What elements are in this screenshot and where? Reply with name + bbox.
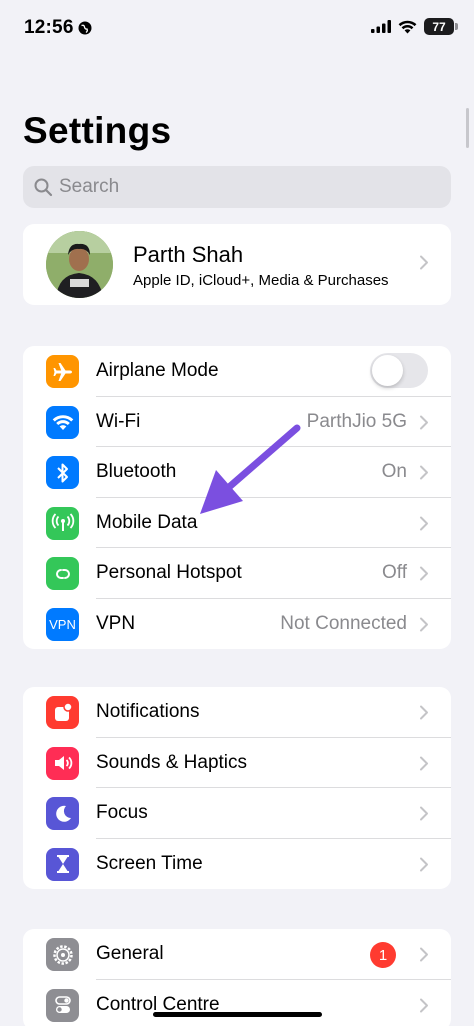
chevron-right-icon	[420, 465, 428, 480]
search-input[interactable]	[59, 176, 439, 198]
general-row[interactable]: General 1	[23, 929, 451, 980]
hourglass-icon	[46, 847, 79, 881]
notifications-label: Notifications	[96, 701, 200, 723]
chevron-right-icon	[420, 857, 428, 871]
toggles-icon	[46, 988, 79, 1022]
chevron-right-icon	[420, 255, 428, 270]
chevron-right-icon	[420, 617, 428, 631]
airplane-mode-label: Airplane Mode	[96, 360, 219, 382]
wifi-icon	[46, 405, 79, 439]
globe-icon	[78, 21, 92, 35]
sounds-haptics-label: Sounds & Haptics	[96, 751, 248, 773]
cellular-signal-icon	[371, 20, 391, 33]
mobile-data-label: Mobile Data	[96, 511, 198, 533]
moon-icon	[46, 797, 79, 830]
battery-indicator: 77	[424, 18, 458, 35]
chevron-right-icon	[420, 998, 428, 1012]
page-title: Settings	[23, 110, 172, 151]
avatar	[46, 231, 113, 298]
general-update-badge: 1	[370, 942, 396, 968]
personal-hotspot-value: Off	[382, 562, 407, 584]
vpn-icon: VPN	[46, 607, 79, 641]
antenna-icon	[46, 506, 79, 540]
chevron-right-icon	[420, 705, 428, 720]
general-label: General	[96, 943, 164, 965]
profile-subtitle: Apple ID, iCloud+, Media & Purchases	[133, 272, 389, 289]
search-bar[interactable]	[23, 166, 451, 208]
personal-hotspot-row[interactable]: Personal Hotspot Off	[23, 548, 451, 599]
scroll-indicator	[466, 108, 469, 148]
airplane-icon	[46, 355, 79, 388]
bluetooth-label: Bluetooth	[96, 461, 177, 483]
connectivity-group: Airplane Mode Wi-Fi ParthJio 5G Bluetoot…	[23, 346, 451, 649]
chevron-right-icon	[420, 756, 428, 770]
screen-time-row[interactable]: Screen Time	[23, 839, 451, 890]
vpn-label: VPN	[96, 612, 136, 634]
profile-name: Parth Shah	[133, 242, 244, 267]
wifi-value: ParthJio 5G	[306, 410, 407, 432]
apple-id-profile-card[interactable]: Parth Shah Apple ID, iCloud+, Media & Pu…	[23, 224, 451, 305]
notifications-row[interactable]: Notifications	[23, 687, 451, 738]
chevron-right-icon	[420, 516, 428, 530]
hotspot-icon	[46, 557, 79, 590]
airplane-mode-toggle[interactable]	[370, 353, 428, 388]
vpn-row[interactable]: VPN VPN Not Connected	[23, 599, 451, 650]
chevron-right-icon	[420, 415, 428, 429]
wifi-row[interactable]: Wi-Fi ParthJio 5G	[23, 397, 451, 447]
search-icon	[34, 178, 53, 197]
vpn-value: Not Connected	[280, 612, 407, 634]
bluetooth-icon	[46, 456, 79, 489]
wifi-status-icon	[398, 20, 417, 33]
sounds-haptics-row[interactable]: Sounds & Haptics	[23, 738, 451, 788]
notification-bell-icon	[46, 696, 79, 729]
notifications-group: Notifications Sounds & Haptics Focus Scr…	[23, 687, 451, 889]
status-bar: 12:56 77	[0, 0, 474, 56]
home-indicator[interactable]	[153, 1012, 322, 1017]
bluetooth-row[interactable]: Bluetooth On	[23, 447, 451, 498]
mobile-data-row[interactable]: Mobile Data	[23, 498, 451, 548]
airplane-mode-row[interactable]: Airplane Mode	[23, 346, 451, 397]
chevron-right-icon	[420, 806, 428, 821]
personal-hotspot-label: Personal Hotspot	[96, 562, 242, 584]
focus-row[interactable]: Focus	[23, 788, 451, 839]
focus-label: Focus	[96, 802, 148, 824]
status-time: 12:56	[24, 17, 74, 38]
bluetooth-value: On	[381, 461, 407, 483]
status-right-group: 77	[371, 18, 458, 35]
speaker-icon	[46, 746, 79, 780]
gear-icon	[46, 938, 79, 971]
control-centre-row[interactable]: Control Centre	[23, 980, 451, 1026]
chevron-right-icon	[420, 947, 428, 962]
screen-time-label: Screen Time	[96, 852, 203, 874]
settings-screen: 12:56 77 Settings Search Parth Shah Appl…	[0, 0, 474, 1026]
chevron-right-icon	[420, 566, 428, 581]
wifi-label: Wi-Fi	[96, 410, 141, 432]
